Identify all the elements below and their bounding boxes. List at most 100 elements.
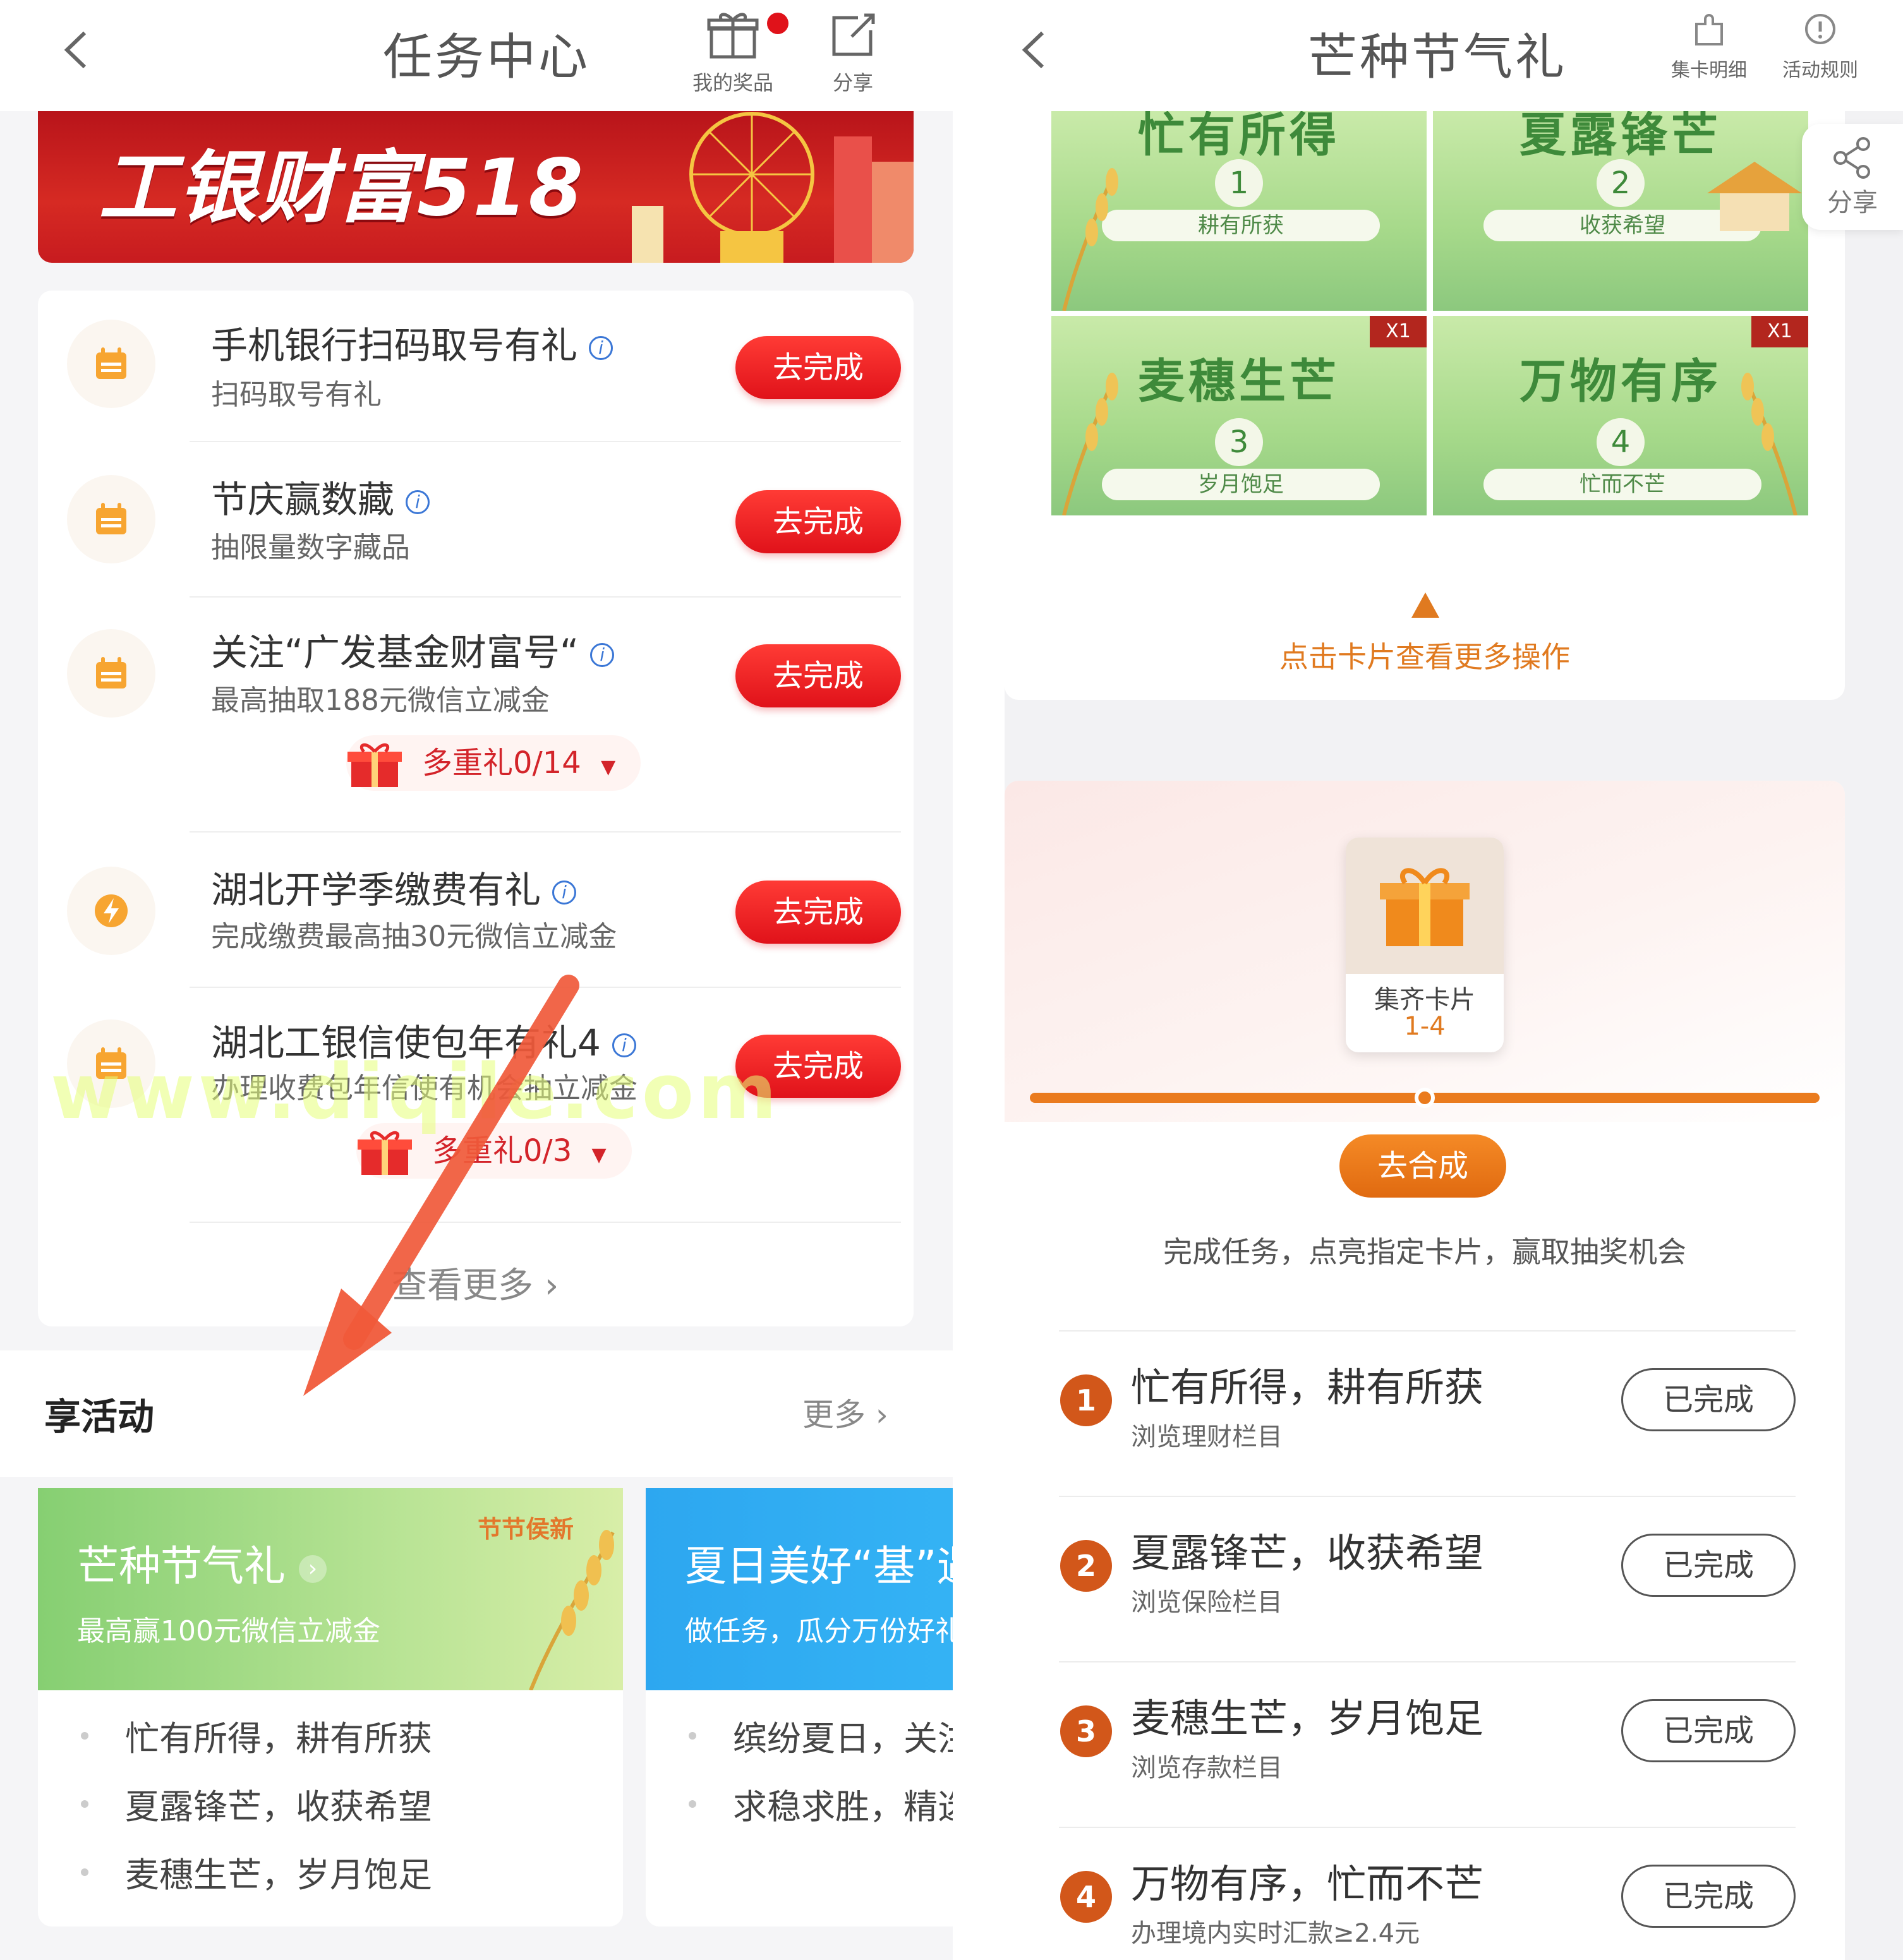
bullet-dot: [81, 1800, 88, 1808]
activity-item: 忙有所得，耕有所获: [125, 1719, 432, 1759]
activity-item: 夏露锋芒，收获希望: [125, 1787, 432, 1827]
multi-gift-toggle[interactable]: 多重礼0/14 ▼: [346, 735, 641, 791]
calendar-icon: [67, 475, 155, 563]
wheat-illustration: [529, 1530, 615, 1690]
promo-banner[interactable]: 工银财富518: [38, 111, 914, 263]
floating-share-button[interactable]: 分享: [1802, 124, 1903, 230]
activity-card[interactable]: 夏日美好“基”遇 做任务，瓜分万份好礼 缤纷夏日，关注 求稳求胜，精选: [646, 1488, 953, 1927]
divider: [1059, 1661, 1796, 1662]
calendar-icon: [67, 320, 155, 408]
info-icon[interactable]: i: [590, 642, 615, 667]
task-name: 节庆赢数藏 i: [211, 470, 430, 523]
share-icon: [832, 13, 875, 56]
header: 芒种节气礼 集卡明细 活动规则: [1005, 0, 1903, 111]
completed-button[interactable]: 已完成: [1621, 1865, 1796, 1928]
wheat-icon: [1741, 373, 1797, 515]
divider: [190, 987, 901, 988]
task-subtitle: 浏览存款栏目: [1131, 1753, 1283, 1783]
task-desc: 扫码取号有礼: [211, 378, 382, 411]
card-count-badge: X1: [1370, 316, 1427, 347]
card-detail-button[interactable]: 集卡明细: [1662, 9, 1756, 82]
house-icon: [1707, 162, 1802, 231]
card-collection-panel: 忙有所得 1 耕有所获 夏露锋芒 2 收获希望 X1 麦穗生芒 3 岁月饱足 X…: [1005, 111, 1845, 700]
task-number-badge: 2: [1060, 1540, 1112, 1592]
synthesis-description: 完成任务，点亮指定卡片，赢取抽奖机会: [1163, 1235, 1686, 1269]
info-icon[interactable]: i: [589, 335, 613, 360]
task-name: 手机银行扫码取号有礼 i: [211, 316, 613, 369]
section-title: 享活动: [44, 1395, 155, 1438]
view-more-link[interactable]: 查看更多 ›: [392, 1257, 559, 1308]
task-title: 忙有所得，耕有所获: [1131, 1364, 1484, 1410]
calendar-icon: [67, 629, 155, 718]
task-center-screen: 任务中心 我的奖品 分享 工银财富518 手机银行扫码取号有礼 i 扫码取号有礼 …: [0, 0, 953, 1960]
back-icon[interactable]: [1015, 28, 1059, 72]
divider: [1059, 1827, 1796, 1828]
wheat-icon: [1062, 373, 1118, 515]
task-desc: 抽限量数字藏品: [211, 531, 411, 564]
info-icon[interactable]: i: [406, 490, 430, 514]
task-desc: 最高抽取188元微信立减金: [211, 683, 550, 717]
solar-term-card-4[interactable]: X1 万物有序 4 忙而不芒: [1433, 316, 1808, 515]
wheat-icon: [1062, 168, 1118, 311]
card-number: 3: [1215, 418, 1263, 466]
completed-button[interactable]: 已完成: [1621, 1534, 1796, 1597]
completed-button[interactable]: 已完成: [1621, 1368, 1796, 1431]
more-activities-link[interactable]: 更多 ›: [802, 1390, 888, 1435]
activities-section-header: 享活动 更多 ›: [0, 1350, 953, 1477]
tap-hint: 点击卡片查看更多操作: [1279, 640, 1570, 674]
activity-card[interactable]: 芒种节气礼 › 最高赢100元微信立减金 节节侯新 忙有所得，耕有所获 夏露锋芒…: [38, 1488, 623, 1927]
solar-term-gift-screen: 芒种节气礼 集卡明细 活动规则 忙有所得 1 耕有所获 夏露锋芒 2 收获希望 …: [1005, 0, 1903, 1960]
card-number: 2: [1597, 159, 1645, 207]
card-label: 耕有所获: [1102, 210, 1380, 241]
chevron-down-icon: ▼: [601, 756, 616, 778]
complete-task-button[interactable]: 去完成: [735, 490, 901, 553]
watermark: www.diqile.com: [51, 1049, 781, 1136]
bullet-dot: [689, 1800, 696, 1808]
task-name: 湖北开学季缴费有礼 i: [211, 860, 577, 913]
completed-button[interactable]: 已完成: [1621, 1699, 1796, 1762]
task-subtitle: 浏览理财栏目: [1131, 1422, 1283, 1452]
ferris-wheel-illustration: [632, 112, 914, 263]
activity-header: 芒种节气礼 › 最高赢100元微信立减金 节节侯新: [38, 1488, 623, 1690]
page-title: 任务中心: [383, 29, 591, 86]
complete-task-button[interactable]: 去完成: [735, 881, 901, 944]
solar-term-card-3[interactable]: X1 麦穗生芒 3 岁月饱足: [1051, 316, 1427, 515]
activity-item: 缤纷夏日，关注: [733, 1719, 953, 1759]
activity-rules-button[interactable]: 活动规则: [1773, 9, 1868, 82]
complete-task-button[interactable]: 去完成: [735, 336, 901, 399]
my-prizes-button[interactable]: 我的奖品: [682, 9, 788, 96]
task-title: 麦穗生芒，岁月饱足: [1131, 1695, 1484, 1741]
triangle-up-icon: [1411, 592, 1439, 618]
header: 任务中心 我的奖品 分享: [0, 0, 953, 111]
card-number: 4: [1597, 418, 1645, 466]
task-desc: 完成缴费最高抽30元微信立减金: [211, 920, 617, 953]
my-prizes-label: 我的奖品: [692, 71, 773, 95]
multi-gift-label: 多重礼0/14: [422, 745, 581, 781]
card-label: 岁月饱足: [1102, 469, 1380, 500]
banner-title: 工银财富518: [99, 143, 584, 234]
task-number-badge: 4: [1060, 1871, 1112, 1923]
divider: [190, 1222, 901, 1223]
activity-item: 麦穗生芒，岁月饱足: [125, 1855, 432, 1895]
bullet-dot: [81, 1732, 88, 1740]
back-icon[interactable]: [57, 28, 101, 72]
activity-title: 芒种节气礼 ›: [77, 1532, 327, 1593]
gift-icon: [707, 13, 759, 59]
collect-range: 1-4: [1404, 1012, 1446, 1041]
task-number-badge: 3: [1060, 1705, 1112, 1757]
card-count-badge: X1: [1751, 316, 1808, 347]
gift-box-icon: [347, 743, 402, 787]
share-label: 分享: [832, 71, 873, 95]
task-title: 夏露锋芒，收获希望: [1131, 1530, 1484, 1576]
complete-task-button[interactable]: 去完成: [735, 644, 901, 707]
solar-term-card-2[interactable]: 夏露锋芒 2 收获希望: [1433, 111, 1808, 311]
info-icon[interactable]: i: [552, 880, 577, 905]
task-subtitle: 浏览保险栏目: [1131, 1588, 1283, 1617]
share-icon: [1834, 137, 1870, 179]
activity-header: 夏日美好“基”遇 做任务，瓜分万份好礼: [646, 1488, 953, 1690]
collect-cards-reward[interactable]: 集齐卡片 1-4: [1346, 838, 1504, 1052]
collect-label: 集齐卡片: [1374, 985, 1475, 1014]
solar-term-card-1[interactable]: 忙有所得 1 耕有所获: [1051, 111, 1427, 311]
share-button[interactable]: 分享: [821, 9, 885, 96]
synthesize-button[interactable]: 去合成: [1339, 1134, 1506, 1198]
